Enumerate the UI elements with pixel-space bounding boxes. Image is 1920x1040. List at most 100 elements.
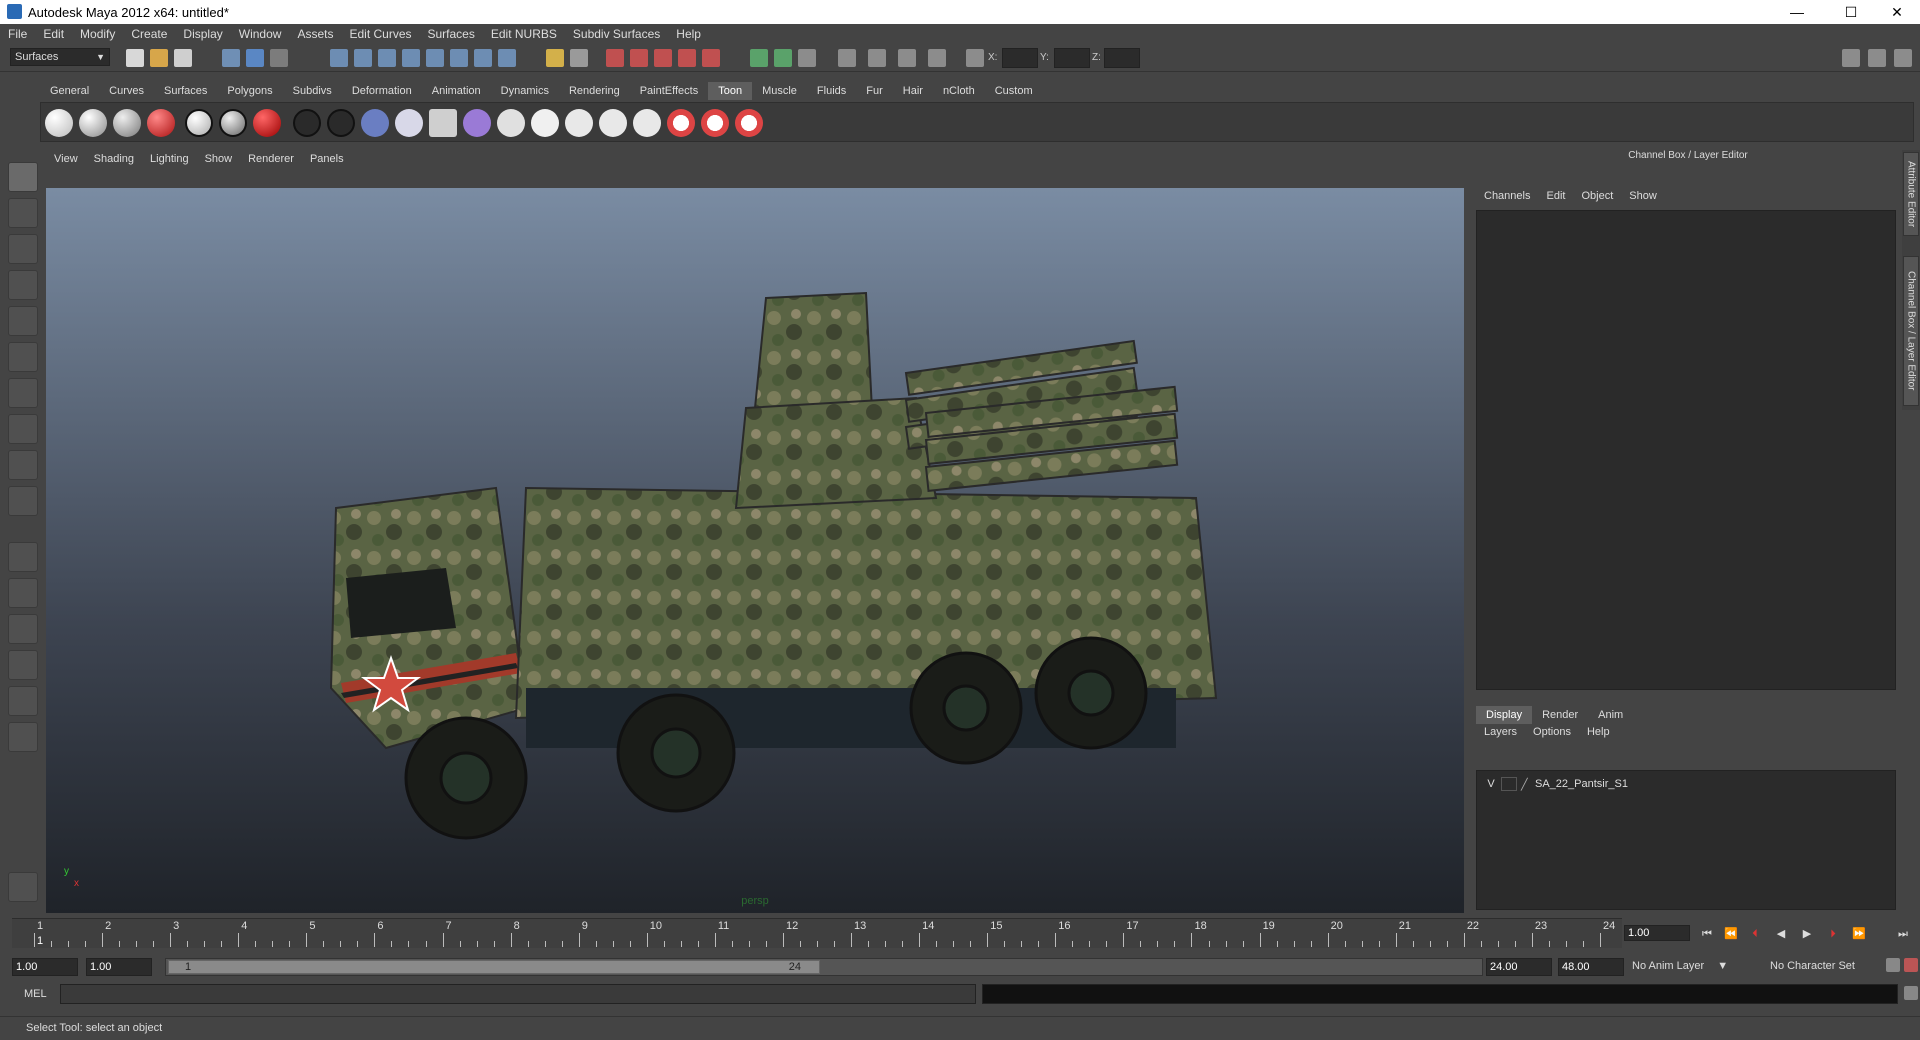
open-scene-icon[interactable] [150,49,168,67]
input-output-icon[interactable] [474,49,492,67]
layer-menu-layers[interactable]: Layers [1476,726,1525,738]
custom-layout-icon[interactable] [8,722,38,752]
playblast-icon[interactable] [750,49,768,67]
playback-start-field[interactable]: 1.00 [86,958,152,976]
toon-pencil-icon[interactable] [497,109,525,137]
range-slider-handle[interactable]: 1 24 [168,960,820,974]
pantsir-vehicle-model[interactable] [46,188,1464,913]
layer-tab-anim[interactable]: Anim [1588,706,1633,724]
menu-file[interactable]: File [0,27,35,41]
shelf-tab-painteffects[interactable]: PaintEffects [629,82,709,100]
toon-brush-3-icon[interactable] [599,109,627,137]
layer-playback-toggle[interactable] [1501,777,1517,791]
paint-select-tool-icon[interactable] [8,234,38,264]
maximize-button[interactable]: ☐ [1828,0,1874,24]
current-frame-field[interactable]: 1.00 [1624,925,1690,941]
history-icon[interactable] [450,49,468,67]
menu-set-select[interactable]: Surfaces ▼ [10,48,110,66]
time-slider[interactable]: 1 2 3 4 5 6 7 8 9 10 11 12 13 14 15 16 17 18 19 20 21 22 23 24 1 [12,918,1622,948]
select-hierarchy-icon[interactable] [222,49,240,67]
menu-display[interactable]: Display [175,27,230,41]
current-time-marker[interactable]: 1 [37,935,43,947]
auto-key-icon[interactable] [1886,958,1900,972]
shelf-tab-fluids[interactable]: Fluids [806,82,857,100]
z-field[interactable] [1104,48,1140,68]
layer-visibility-toggle[interactable]: V [1481,778,1501,790]
single-perspective-layout-icon[interactable] [8,542,38,572]
range-slider[interactable]: 1 24 [165,958,1483,976]
persp-hypershade-layout-icon[interactable] [8,686,38,716]
toon-shader-grey-icon[interactable] [113,109,141,137]
snap-live-icon[interactable] [426,49,444,67]
toon-lips-2-icon[interactable] [701,109,729,137]
ipr-render-icon[interactable] [630,49,648,67]
shelf-tab-curves[interactable]: Curves [99,82,154,100]
shelf-tab-polygons[interactable]: Polygons [217,82,283,100]
shelf-tab-custom[interactable]: Custom [984,82,1043,100]
shelf-tab-dynamics[interactable]: Dynamics [490,82,559,100]
soft-modification-icon[interactable] [8,414,38,444]
lights-icon[interactable] [928,49,946,67]
toon-brush-icon[interactable] [531,109,559,137]
layer-tab-render[interactable]: Render [1532,706,1588,724]
lock-icon[interactable] [546,49,564,67]
persp-graph-layout-icon[interactable] [8,650,38,680]
channel-box-menu-show[interactable]: Show [1621,190,1665,202]
render-current-frame-icon[interactable] [606,49,624,67]
animation-prefs-icon[interactable] [1904,958,1918,972]
viewport-menu-view[interactable]: View [46,150,86,168]
step-back-frame-icon[interactable]: ⏴ [1746,925,1764,943]
go-to-start-icon[interactable]: ⏮ [1698,925,1716,943]
menu-subdiv-surfaces[interactable]: Subdiv Surfaces [565,27,668,41]
x-field[interactable] [1002,48,1038,68]
reverse-normals-icon[interactable] [429,109,457,137]
scale-tool-icon[interactable] [8,342,38,372]
graph-editor-icon[interactable] [774,49,792,67]
viewport-menu-renderer[interactable]: Renderer [240,150,302,168]
new-scene-icon[interactable] [126,49,144,67]
menu-assets[interactable]: Assets [289,27,341,41]
universal-manipulator-icon[interactable] [8,378,38,408]
select-tool-icon[interactable] [8,162,38,192]
perspective-viewport[interactable]: y x persp [46,188,1464,913]
rotate-tool-icon[interactable] [8,306,38,336]
help-icon[interactable] [498,49,516,67]
snap-point-icon[interactable] [378,49,396,67]
render-settings-icon[interactable] [654,49,672,67]
channel-box-menu-edit[interactable]: Edit [1538,190,1573,202]
shelf-tab-subdivs[interactable]: Subdivs [282,82,342,100]
transform-input-icon[interactable] [966,49,984,67]
attribute-editor-tab[interactable]: Attribute Editor [1903,152,1919,236]
four-view-layout-icon[interactable] [8,578,38,608]
step-forward-frame-icon[interactable]: ⏵ [1824,925,1842,943]
command-input[interactable] [60,984,976,1004]
render-region-icon[interactable] [702,49,720,67]
persp-outliner-layout-icon[interactable] [8,614,38,644]
viewport-menu-shading[interactable]: Shading [86,150,142,168]
outline-ring-alt-icon[interactable] [327,109,355,137]
layer-menu-help[interactable]: Help [1579,726,1618,738]
paint-lines-icon[interactable] [395,109,423,137]
animation-start-field[interactable]: 1.00 [12,958,78,976]
snap-curve-icon[interactable] [354,49,372,67]
channel-box-area[interactable] [1476,210,1896,690]
shelf-tab-rendering[interactable]: Rendering [558,82,630,100]
show-manipulator-icon[interactable] [8,450,38,480]
animation-end-field[interactable]: 48.00 [1558,958,1624,976]
go-to-end-icon[interactable]: ⏭ [1894,925,1912,943]
play-forward-icon[interactable]: ▶ [1798,925,1816,943]
last-tool-icon[interactable] [8,486,38,516]
display-toggle-icon[interactable] [838,49,856,67]
outline-ring-icon[interactable] [293,109,321,137]
render-view-icon[interactable] [570,49,588,67]
step-forward-key-icon[interactable]: ⏩ [1850,925,1868,943]
step-back-key-icon[interactable]: ⏪ [1722,925,1740,943]
wireframe-icon[interactable] [868,49,886,67]
toon-shader-light-grey-icon[interactable] [79,109,107,137]
menu-modify[interactable]: Modify [72,27,123,41]
save-scene-icon[interactable] [174,49,192,67]
layer-menu-options[interactable]: Options [1525,726,1579,738]
toon-shader-outline-red-icon[interactable] [253,109,281,137]
menu-create[interactable]: Create [123,27,175,41]
shelf-tab-animation[interactable]: Animation [421,82,491,100]
